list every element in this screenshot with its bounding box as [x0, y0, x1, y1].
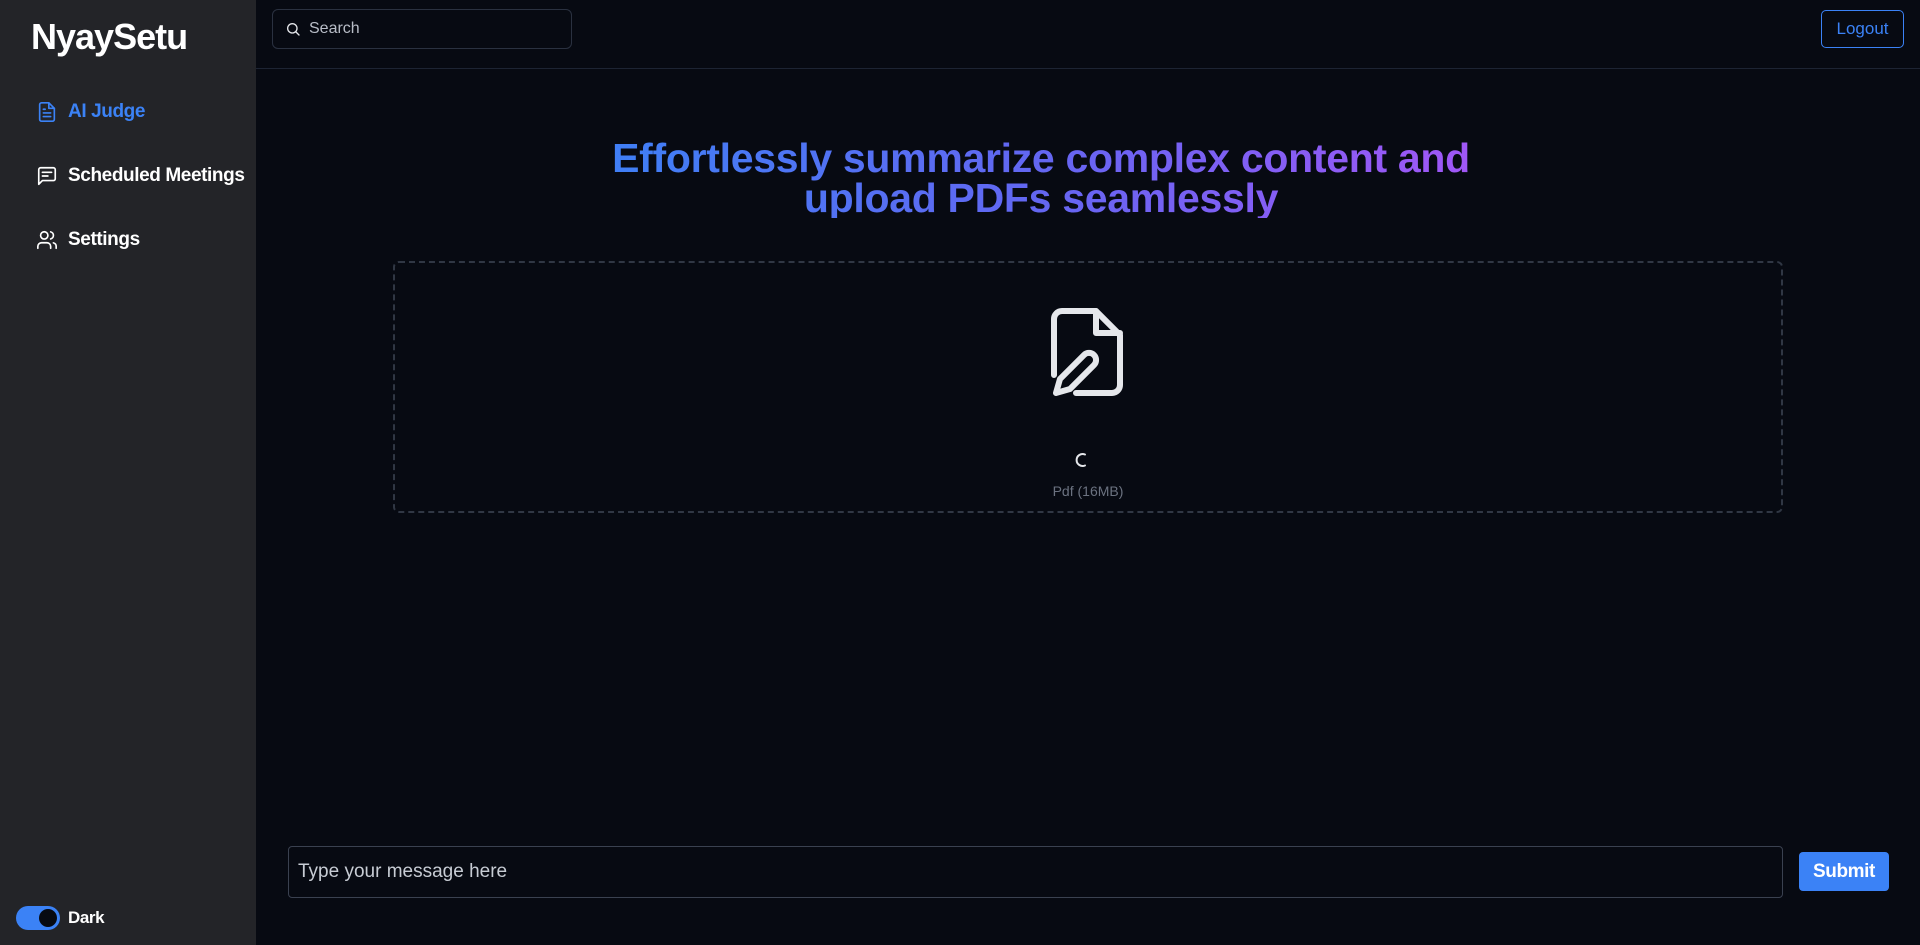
upload-hint: Pdf (16MB): [1052, 483, 1124, 499]
sidebar-item-settings[interactable]: Settings: [36, 225, 140, 255]
page-headline: Effortlessly summarize complex content a…: [560, 138, 1522, 219]
logout-button[interactable]: Logout: [1821, 10, 1904, 48]
sidebar-item-label: AI Judge: [68, 101, 146, 122]
theme-toggle[interactable]: Dark: [16, 906, 105, 930]
sidebar-item-label: Scheduled Meetings: [68, 165, 245, 186]
users-icon: [37, 230, 57, 250]
loading-spinner-icon: [1075, 453, 1086, 467]
brand-logo: NyaySetu: [31, 16, 188, 57]
topbar: Logout: [256, 0, 1920, 69]
message-composer[interactable]: [288, 846, 1783, 898]
search-input[interactable]: [309, 20, 559, 38]
document-icon: [38, 102, 56, 122]
theme-switch[interactable]: [16, 906, 60, 930]
sidebar-item-label: Settings: [68, 229, 140, 250]
sidebar-item-scheduled-meetings[interactable]: Scheduled Meetings: [36, 161, 245, 191]
file-pen-icon: [1051, 308, 1123, 396]
theme-toggle-label: Dark: [68, 908, 105, 927]
message-input[interactable]: [298, 861, 1782, 883]
pdf-dropzone[interactable]: Pdf (16MB): [393, 261, 1783, 513]
search-box[interactable]: [272, 9, 572, 49]
sidebar: NyaySetu AI Judge Scheduled Meetings Set…: [0, 0, 256, 945]
message-square-icon: [37, 166, 57, 186]
search-icon: [287, 23, 300, 36]
switch-knob: [39, 909, 57, 927]
sidebar-item-ai-judge[interactable]: AI Judge: [36, 97, 145, 127]
submit-button[interactable]: Submit: [1799, 852, 1889, 891]
